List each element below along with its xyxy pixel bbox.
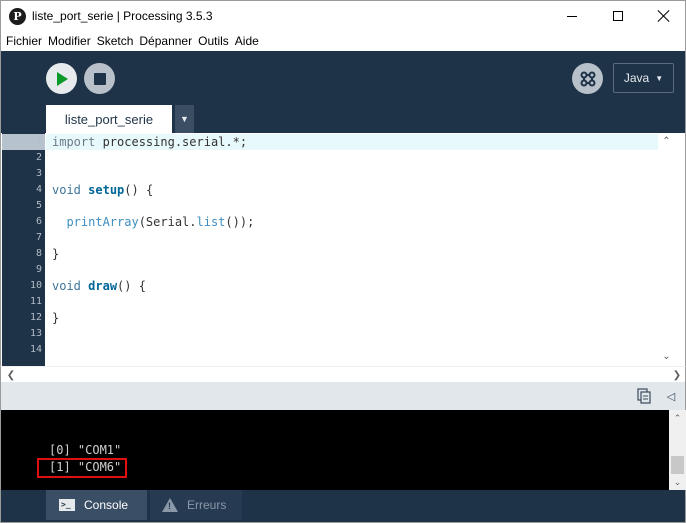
play-icon [56,71,68,86]
close-button[interactable] [641,1,686,31]
editor-vertical-scrollbar[interactable]: ⌃ ⌄ [658,133,675,366]
line-number: 9 [35,264,42,275]
status-divider: ◁ [0,382,686,410]
code-token: (Serial. [138,215,197,229]
line-number: 4 [35,184,42,195]
mode-selector[interactable]: Java ▼ [613,63,674,93]
maximize-button[interactable] [595,1,641,31]
mode-label: Java [623,71,650,85]
code-line: void setup() { [52,182,153,198]
maximize-icon [613,11,623,21]
menu-modifier[interactable]: Modifier [45,34,94,48]
console-output[interactable]: [0] "COM1" [1] "COM6" ⌃ ⌄ [0,410,686,490]
code-line: void draw() { [52,278,146,294]
minimize-icon [567,15,577,17]
tab-console-label: Console [84,498,129,512]
title-bar: P liste_port_serie | Processing 3.5.3 [0,0,686,31]
menu-outils[interactable]: Outils [195,34,232,48]
line-number: 2 [35,152,42,163]
debugger-button[interactable] [572,63,603,94]
line-number-gutter: 1 2 3 4 5 6 7 8 9 10 11 12 13 14 [2,133,45,366]
line-number: 8 [35,248,42,259]
menu-depanner[interactable]: Dépanner [136,34,195,48]
chevron-down-icon[interactable]: ⌄ [669,474,686,490]
warning-icon: ! [162,498,178,512]
code-token: () { [117,279,146,293]
collapse-icon[interactable]: ◁ [664,388,678,404]
stop-button[interactable] [84,63,115,94]
code-token: list [196,215,226,229]
run-button[interactable] [46,63,77,94]
toolbar: Java ▼ liste_port_serie ▼ [0,51,686,133]
tab-liste-port-serie[interactable]: liste_port_serie [46,105,172,133]
stop-icon [93,72,106,85]
code-line: } [52,246,59,262]
menu-fichier[interactable]: Fichier [1,34,45,48]
debugger-icon [580,71,595,86]
chevron-right-icon[interactable]: ❯ [669,367,685,383]
highlight-annotation-box [37,458,127,478]
code-token: void [52,183,81,197]
scrollbar-thumb[interactable] [671,456,684,474]
line-number: 13 [29,328,42,339]
chevron-left-icon[interactable]: ❮ [3,367,19,383]
code-token: processing.serial.*; [95,135,248,149]
processing-app-icon: P [9,8,26,25]
console-scrollbar[interactable]: ⌃ ⌄ [669,410,686,490]
chevron-down-icon[interactable]: ⌄ [658,348,675,365]
menu-aide[interactable]: Aide [232,34,262,48]
chevron-down-icon: ▼ [655,73,664,83]
code-token: draw [88,279,118,293]
minimize-button[interactable] [549,1,595,31]
chevron-down-icon: ▼ [180,114,189,124]
code-token: () { [124,183,154,197]
code-editor[interactable]: 1 2 3 4 5 6 7 8 9 10 11 12 13 14 import … [0,133,686,366]
chevron-up-icon[interactable]: ⌃ [658,133,675,150]
copy-icon[interactable] [637,388,651,404]
close-icon [658,10,670,22]
console-line: [0] "COM1" [49,443,122,457]
line-number: 10 [29,280,42,291]
tab-console[interactable]: >_ Console [46,490,147,520]
bottom-tab-bar: >_ Console ! Erreurs [0,490,686,523]
code-line: import processing.serial.*; [52,134,247,150]
code-token: printArray [66,215,139,229]
terminal-icon: >_ [59,499,75,511]
line-number: 12 [29,312,42,323]
code-token: ()); [225,215,255,229]
chevron-up-icon[interactable]: ⌃ [669,410,686,426]
code-token: void [52,279,81,293]
line-number: 14 [29,344,42,355]
menu-sketch[interactable]: Sketch [94,34,137,48]
code-token: } [52,311,60,325]
line-number: 11 [29,296,42,307]
line-number: 7 [35,232,42,243]
tab-errors[interactable]: ! Erreurs [150,490,242,520]
line-number: 6 [35,216,42,227]
code-token: setup [88,183,125,197]
menu-bar: Fichier Modifier Sketch Dépanner Outils … [0,31,686,51]
line-number: 1 [35,136,42,147]
line-number: 3 [35,168,42,179]
code-line: } [52,310,59,326]
editor-horizontal-scrollbar[interactable]: ❮ ❯ [0,366,686,382]
code-token: import [52,135,96,149]
window-title: liste_port_serie | Processing 3.5.3 [32,9,213,23]
line-number: 5 [35,200,42,211]
code-line: printArray(Serial.list()); [52,214,254,230]
tab-menu-button[interactable]: ▼ [175,105,194,133]
tab-errors-label: Erreurs [187,498,227,512]
code-token: } [52,247,60,261]
